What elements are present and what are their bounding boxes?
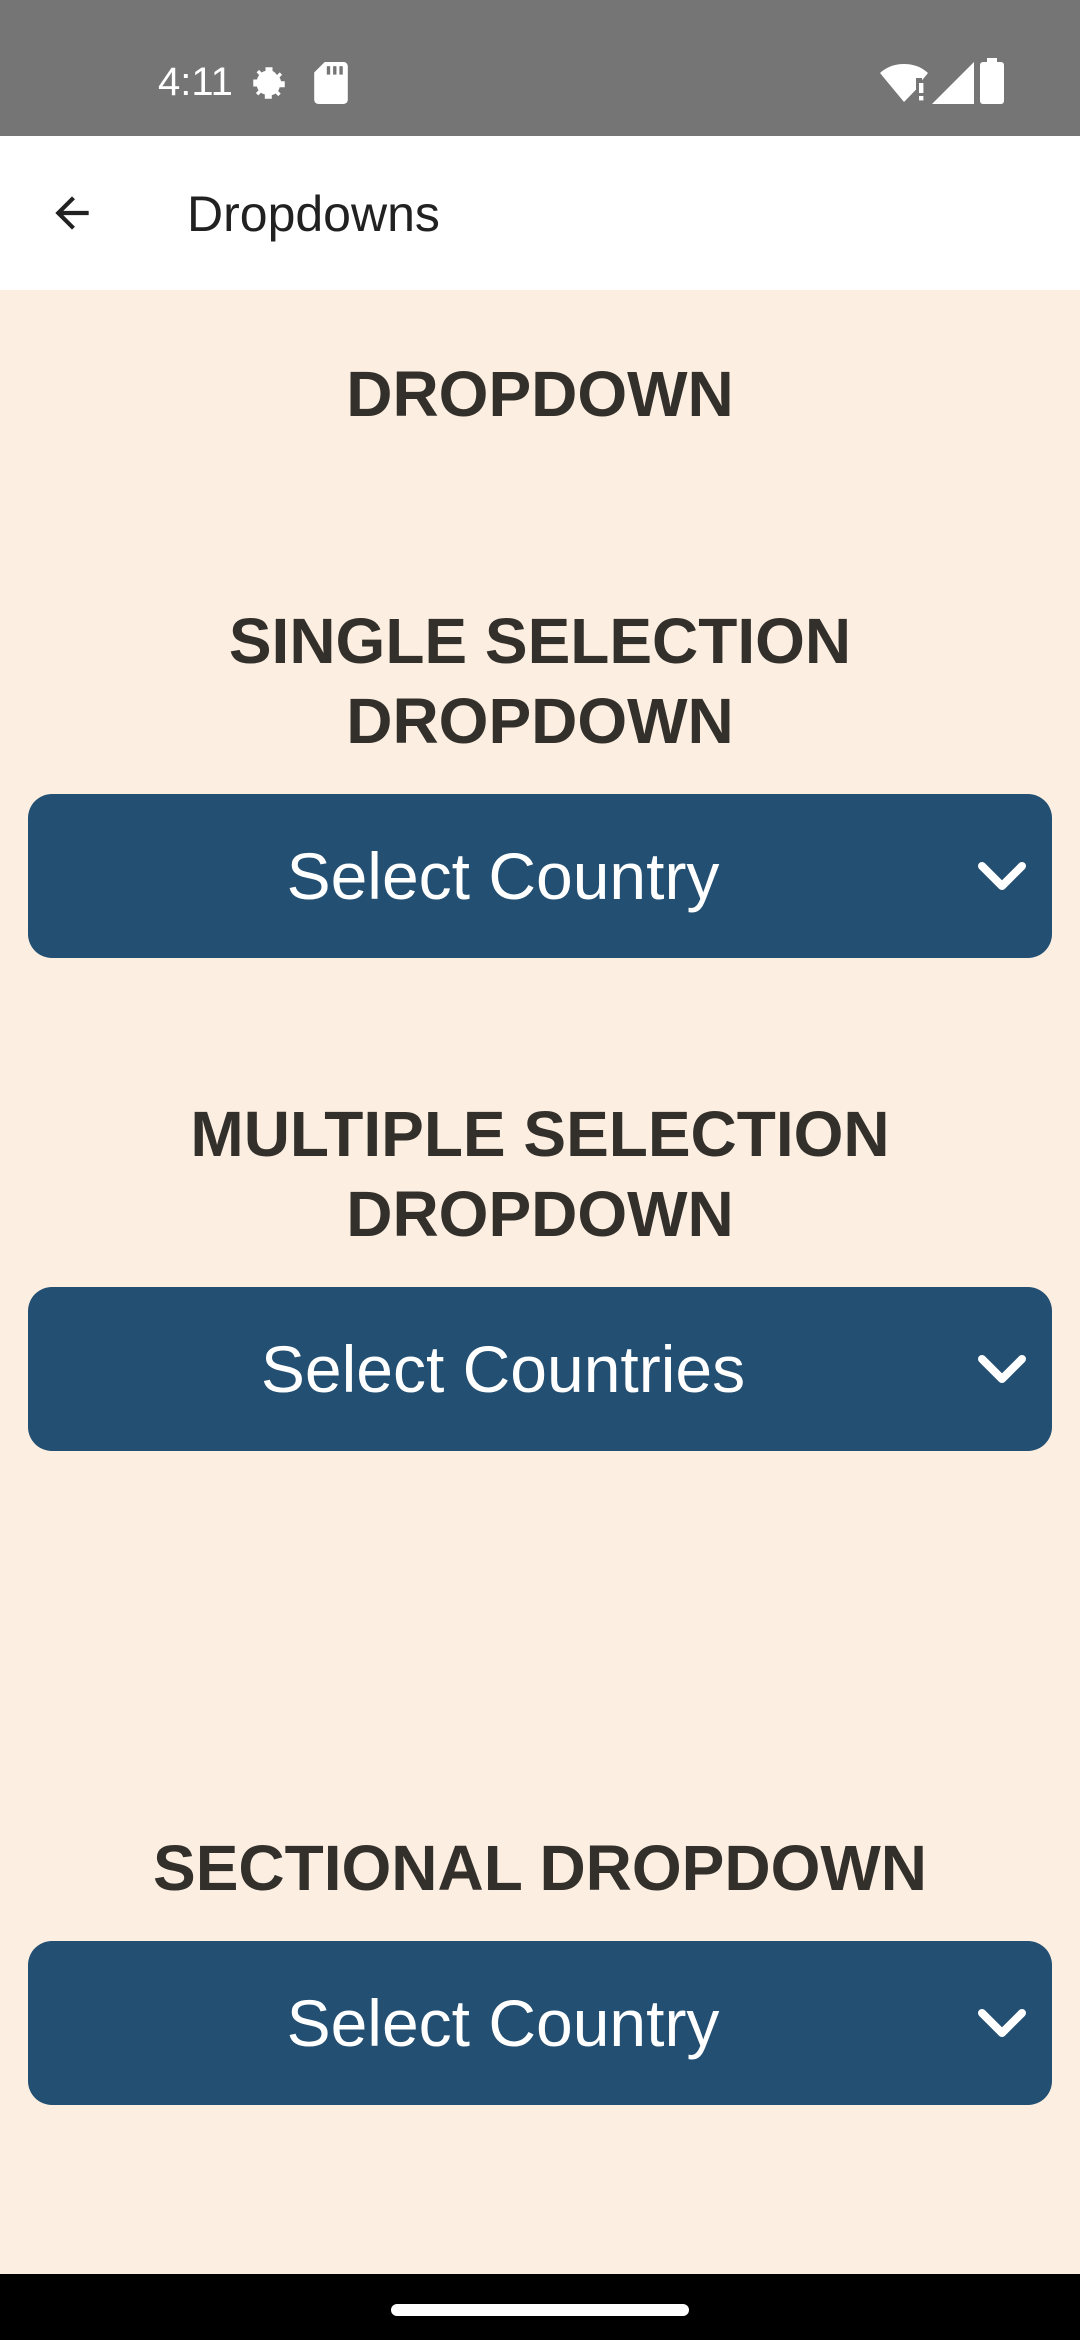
- multiple-selection-dropdown[interactable]: Select Countries: [28, 1287, 1052, 1451]
- status-time: 4:11: [158, 60, 233, 104]
- multiple-selection-heading: MULTIPLE SELECTION DROPDOWN: [0, 1094, 1080, 1254]
- status-bar: 4:11: [0, 0, 1080, 136]
- single-selection-heading: SINGLE SELECTION DROPDOWN: [0, 601, 1080, 761]
- multiple-selection-heading-line1: MULTIPLE SELECTION: [190, 1098, 890, 1170]
- page-heading: DROPDOWN: [346, 358, 734, 430]
- sectional-placeholder: Select Country: [286, 1986, 720, 2060]
- wifi-alert-icon: [880, 64, 928, 102]
- single-selection-heading-line1: SINGLE SELECTION: [228, 605, 852, 677]
- chevron-down-icon: [978, 1355, 1026, 1383]
- sd-card-icon: [314, 62, 348, 104]
- signal-icon: [932, 62, 974, 104]
- multiple-selection-placeholder: Select Countries: [260, 1332, 746, 1406]
- sectional-dropdown[interactable]: Select Country: [28, 1941, 1052, 2105]
- chevron-down-icon: [978, 862, 1026, 890]
- arrow-back-icon: [55, 196, 89, 230]
- home-handle[interactable]: [391, 2304, 689, 2316]
- single-selection-placeholder: Select Country: [286, 839, 720, 913]
- single-selection-heading-line2: DROPDOWN: [346, 685, 734, 757]
- app-bar: [0, 136, 1080, 290]
- single-selection-dropdown[interactable]: Select Country: [28, 794, 1052, 958]
- multiple-selection-heading-line2: DROPDOWN: [346, 1178, 734, 1250]
- settings-gear-icon: [253, 67, 285, 99]
- app-title: Dropdowns: [187, 186, 440, 242]
- battery-icon: [980, 58, 1004, 104]
- sectional-heading: SECTIONAL DROPDOWN: [153, 1832, 927, 1904]
- back-button[interactable]: [36, 177, 108, 249]
- chevron-down-icon: [978, 2009, 1026, 2037]
